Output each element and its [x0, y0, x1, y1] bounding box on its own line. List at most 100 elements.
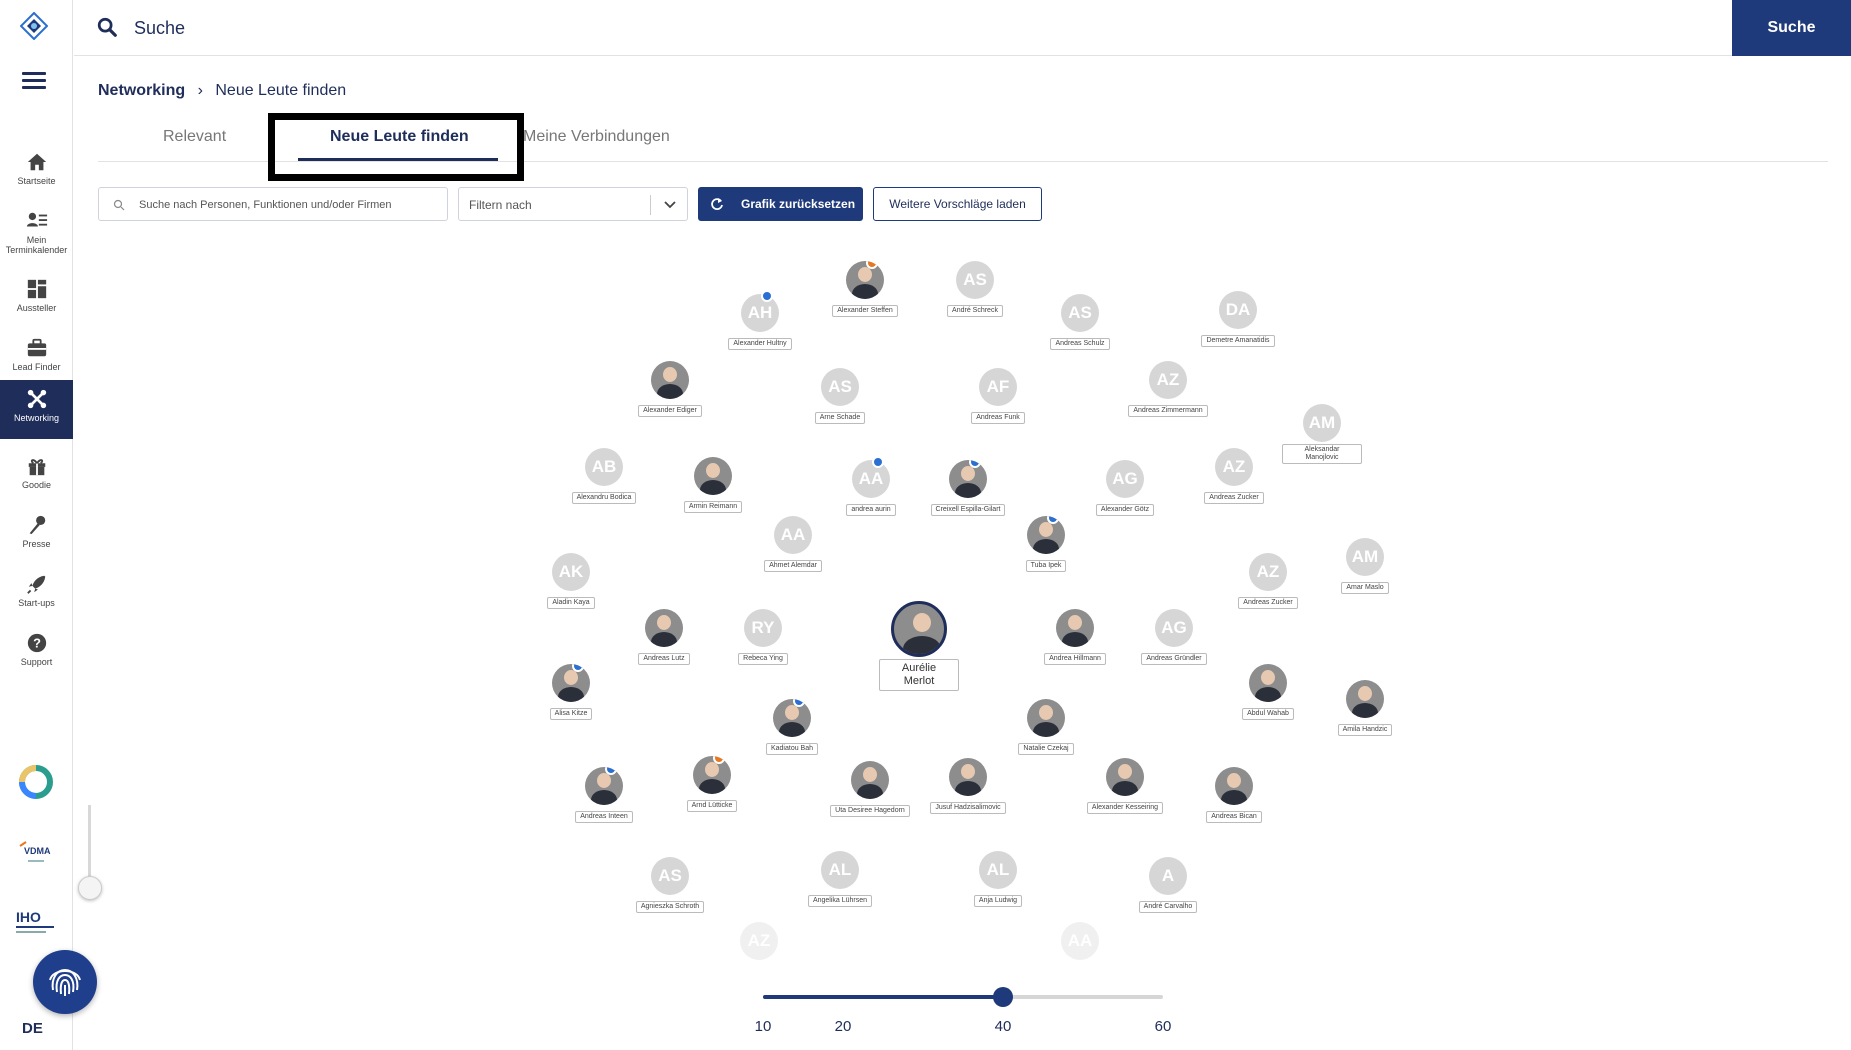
person-node[interactable]: DA Demetre Amanatidis: [1198, 291, 1278, 347]
person-node[interactable]: AZ: [719, 922, 799, 960]
tab-meine-verbindungen[interactable]: Meine Verbindungen: [523, 128, 670, 146]
center-person-node[interactable]: Aurélie Merlot: [879, 601, 959, 691]
reset-graph-button[interactable]: Grafik zurücksetzen: [698, 187, 863, 221]
person-node[interactable]: AG Andreas Gründler: [1134, 609, 1214, 665]
person-avatar: AM: [1303, 404, 1341, 442]
person-avatar: [846, 261, 884, 299]
person-node[interactable]: AZ Andreas Zucker: [1228, 553, 1308, 609]
language-switch[interactable]: DE: [22, 1020, 43, 1037]
rocket-icon: [26, 575, 45, 594]
person-avatar: A: [1149, 857, 1187, 895]
filter-dropdown[interactable]: Filtern nach: [458, 187, 688, 221]
person-node[interactable]: AS André Schreck: [935, 261, 1015, 317]
sidebar-item-goodie[interactable]: Goodie: [0, 447, 73, 505]
person-node[interactable]: Andreas Inteen: [564, 767, 644, 823]
center-person-name-label: Aurélie Merlot: [879, 659, 959, 691]
partner-logo-iho[interactable]: IHO: [14, 902, 58, 942]
zoom-slider[interactable]: 10 20 40 60: [755, 985, 1171, 1035]
fingerprint-icon: [49, 968, 81, 996]
person-node[interactable]: AZ Andreas Zucker: [1194, 448, 1274, 504]
person-avatar: AA: [1061, 922, 1099, 960]
person-name-label: andrea aurin: [846, 504, 896, 516]
person-node[interactable]: Andrea Hillmann: [1035, 609, 1115, 665]
sidebar-item-start-ups[interactable]: Start-ups: [0, 565, 73, 623]
reset-graph-label: Grafik zurücksetzen: [741, 197, 856, 211]
person-node[interactable]: AB Alexandru Bodica: [564, 448, 644, 504]
person-node[interactable]: AF Andreas Funk: [958, 368, 1038, 424]
zoom-slider-thumb[interactable]: [993, 987, 1013, 1007]
person-node[interactable]: AH Alexander Hultny: [720, 290, 800, 350]
breadcrumb: Networking › Neue Leute finden: [98, 82, 346, 100]
person-node[interactable]: Creixell Espilla-Gilart: [928, 460, 1008, 516]
person-node[interactable]: Alexander Steffen: [825, 261, 905, 317]
person-node[interactable]: A André Carvalho: [1128, 857, 1208, 913]
person-node[interactable]: AK Aladin Kaya: [531, 553, 611, 609]
person-node[interactable]: Amila Handzic: [1325, 680, 1405, 736]
svg-text:VDMA: VDMA: [24, 846, 51, 856]
person-avatar: [1027, 516, 1065, 554]
person-node[interactable]: Abdul Wahab: [1228, 664, 1308, 720]
person-node[interactable]: Arnd Lütticke: [672, 756, 752, 812]
sidebar-item-support[interactable]: ? Support: [0, 624, 73, 682]
people-search-field[interactable]: [98, 187, 448, 221]
person-node[interactable]: AA: [1040, 922, 1120, 960]
person-name-label: Natalie Czekaj: [1018, 743, 1074, 755]
person-avatar: [1027, 699, 1065, 737]
person-node[interactable]: AM Aleksandar Manojlovic: [1282, 404, 1362, 464]
person-name-label: Andreas Bican: [1206, 811, 1262, 823]
sidebar-item-presse[interactable]: Presse: [0, 506, 73, 564]
global-search-button[interactable]: Suche: [1732, 0, 1851, 56]
person-avatar: AZ: [740, 922, 778, 960]
sidebar-item-lead-finder[interactable]: Lead Finder: [0, 329, 73, 387]
person-name-label: Armin Reimann: [683, 501, 743, 513]
blue-badge-icon: [793, 699, 805, 707]
person-node[interactable]: Tuba Ipek: [1006, 516, 1086, 572]
sidebar-item-terminkalender[interactable]: Mein Terminkalender: [0, 202, 73, 260]
person-node[interactable]: AM Amar Maslo: [1325, 538, 1405, 594]
person-node[interactable]: Alexander Kesseiring: [1085, 758, 1165, 814]
global-search-input[interactable]: [134, 12, 1434, 44]
person-name-label: Alexandru Bodica: [571, 492, 637, 504]
person-node[interactable]: AS Andreas Schulz: [1040, 294, 1120, 350]
person-node[interactable]: Andreas Bican: [1194, 767, 1274, 823]
person-node[interactable]: AG Alexander Götz: [1085, 460, 1165, 516]
exhibitor-icon: [27, 279, 46, 299]
person-node[interactable]: Alisa Kitze: [531, 664, 611, 720]
person-node[interactable]: AZ Andreas Zimmermann: [1128, 361, 1208, 417]
blue-badge-icon: [761, 290, 773, 302]
person-node[interactable]: AA Ahmet Alemdar: [753, 516, 833, 572]
person-node[interactable]: Uta Desiree Hagedorn: [830, 761, 910, 817]
side-scroll-thumb[interactable]: [78, 876, 102, 900]
hamburger-menu-icon[interactable]: [22, 72, 46, 92]
svg-text:?: ?: [33, 636, 41, 651]
person-avatar: [949, 460, 987, 498]
person-name-label: Alisa Kitze: [549, 708, 593, 720]
person-node[interactable]: Kadiatou Bah: [752, 699, 832, 755]
person-node[interactable]: Jusuf Hadzisalimovic: [928, 758, 1008, 814]
person-node[interactable]: Natalie Czekaj: [1006, 699, 1086, 755]
zoom-slider-fill: [763, 995, 1003, 999]
tab-relevant[interactable]: Relevant: [163, 128, 226, 146]
person-avatar: AS: [1061, 294, 1099, 332]
person-node[interactable]: Alexander Ediger: [630, 361, 710, 417]
sidebar-item-startseite[interactable]: Startseite: [0, 143, 73, 201]
person-node[interactable]: AS Arne Schade: [800, 368, 880, 424]
people-search-input[interactable]: [139, 194, 439, 216]
person-node[interactable]: AL Anja Ludwig: [958, 851, 1038, 907]
partner-logo-vdma[interactable]: VDMA: [14, 832, 58, 872]
partner-logo-ring[interactable]: [14, 762, 58, 802]
fingerprint-button[interactable]: [33, 950, 97, 1014]
refresh-icon: [711, 198, 723, 210]
person-node[interactable]: Andreas Lutz: [624, 609, 704, 665]
person-node[interactable]: RY Rebeca Ying: [723, 609, 803, 665]
app-logo[interactable]: [20, 12, 48, 40]
person-node[interactable]: AL Angelika Lührsen: [800, 851, 880, 907]
sidebar-item-aussteller[interactable]: Aussteller: [0, 270, 73, 328]
load-more-suggestions-button[interactable]: Weitere Vorschläge laden: [873, 187, 1042, 221]
person-node[interactable]: Armin Reimann: [673, 457, 753, 513]
breadcrumb-networking[interactable]: Networking: [98, 82, 185, 99]
sidebar-item-networking[interactable]: Networking: [0, 380, 73, 439]
person-name-label: Demetre Amanatidis: [1201, 335, 1275, 347]
person-node[interactable]: AS Agnieszka Schroth: [630, 857, 710, 913]
person-node[interactable]: AA andrea aurin: [831, 456, 911, 516]
